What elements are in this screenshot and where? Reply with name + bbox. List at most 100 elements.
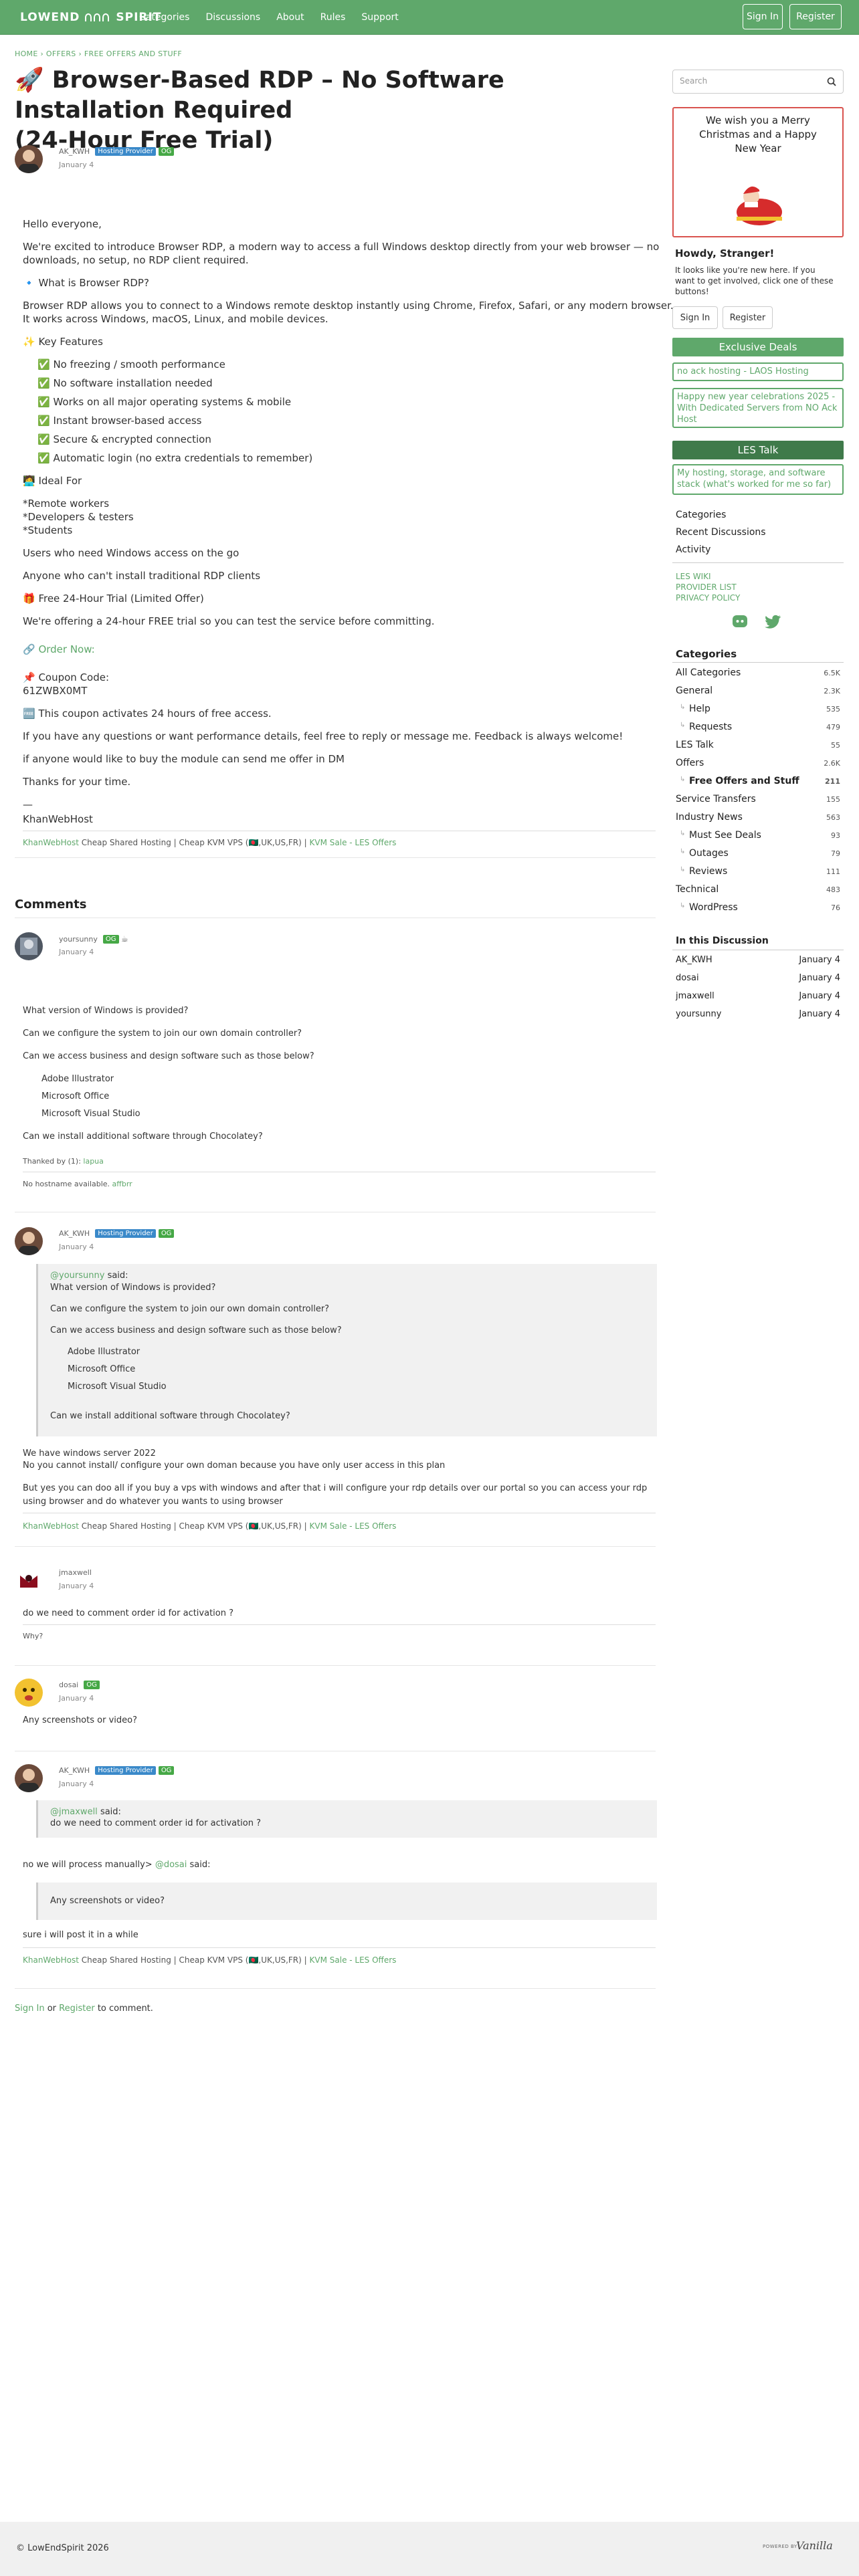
nav-support[interactable]: Support <box>361 12 398 23</box>
category-item[interactable]: ↳ Help 535 <box>676 704 840 717</box>
signature-link-khanwebhost[interactable]: KhanWebHost <box>23 838 79 847</box>
category-count: 155 <box>826 795 840 804</box>
author-link[interactable]: AK_KWH <box>59 1229 90 1238</box>
breadcrumb-offers[interactable]: OFFERS <box>46 49 76 58</box>
breadcrumb: HOME › OFFERS › FREE OFFERS AND STUFF <box>15 49 182 58</box>
privacy-policy-link[interactable]: PRIVACY POLICY <box>676 593 740 603</box>
avatar[interactable] <box>15 1566 43 1594</box>
promo-link[interactable]: Happy new year celebrations 2025 - With … <box>672 388 844 428</box>
comment-list-item: Microsoft Visual Studio <box>41 1109 140 1119</box>
author-link[interactable]: dosai <box>59 1681 78 1689</box>
breadcrumb-separator: › <box>78 49 82 58</box>
signature-link[interactable]: affbrr <box>112 1180 132 1188</box>
author-link[interactable]: AK_KWH <box>59 1766 90 1775</box>
header-signin-button[interactable]: Sign In <box>743 4 783 29</box>
sidebar-link-recent-discussions[interactable]: Recent Discussions <box>676 527 766 538</box>
sidebar-signin-button[interactable]: Sign In <box>672 306 718 329</box>
category-name: Requests <box>689 722 733 732</box>
signature-link-kvm-sale[interactable]: KVM Sale - LES Offers <box>310 1521 397 1531</box>
discord-icon[interactable] <box>732 613 748 629</box>
signin-link[interactable]: Sign In <box>15 2004 45 2014</box>
post-line: downloads, no setup, no RDP client requi… <box>23 254 249 266</box>
quoted-user-link[interactable]: @yoursunny <box>50 1271 104 1281</box>
participant-item[interactable]: dosai January 4 <box>676 973 840 983</box>
nav-discussions[interactable]: Discussions <box>205 12 260 23</box>
post-line: 📌 Coupon Code: <box>23 671 110 683</box>
category-item[interactable]: General 2.3K <box>676 685 840 699</box>
avatar[interactable] <box>15 1679 43 1707</box>
post-line: *Students <box>23 524 73 536</box>
category-item[interactable]: All Categories 6.5K <box>676 667 840 681</box>
signature-link-khanwebhost[interactable]: KhanWebHost <box>23 1521 79 1531</box>
comment-date[interactable]: January 4 <box>59 1582 94 1590</box>
twitter-icon[interactable] <box>765 613 782 629</box>
breadcrumb-separator: › <box>40 49 44 58</box>
comment-author: AK_KWH Hosting Provider OG <box>59 1766 175 1775</box>
category-item-active[interactable]: ↳ Free Offers and Stuff 211 <box>676 776 840 789</box>
breadcrumb-free-offers[interactable]: FREE OFFERS AND STUFF <box>84 49 182 58</box>
comment-date[interactable]: January 4 <box>59 1780 94 1788</box>
category-item[interactable]: ↳ Must See Deals 93 <box>676 830 840 843</box>
sidebar-link-categories[interactable]: Categories <box>676 510 726 520</box>
nav-rules[interactable]: Rules <box>320 12 346 23</box>
search-placeholder: Search <box>680 76 708 86</box>
category-item[interactable]: ↳ Reviews 111 <box>676 866 840 879</box>
category-item[interactable]: ↳ Requests 479 <box>676 722 840 735</box>
comment-date[interactable]: January 4 <box>59 1694 94 1703</box>
vanilla-logo[interactable]: Vanilla <box>796 2539 833 2552</box>
avatar[interactable] <box>15 1764 43 1792</box>
signature-text: Cheap Shared Hosting | Cheap KVM VPS (🇧🇩… <box>81 1955 307 1965</box>
post-line: 🆓 This coupon activates 24 hours of free… <box>23 708 272 720</box>
order-now-link[interactable]: 🔗 Order Now: <box>23 643 95 656</box>
avatar[interactable] <box>15 1227 43 1255</box>
quoted-user-link[interactable]: @jmaxwell <box>50 1807 98 1817</box>
category-name: Industry News <box>676 812 743 823</box>
category-item[interactable]: Service Transfers 155 <box>676 794 840 807</box>
category-item[interactable]: ↳ Outages 79 <box>676 848 840 861</box>
thanked-user-link[interactable]: lapua <box>83 1157 104 1166</box>
breadcrumb-home[interactable]: HOME <box>15 49 38 58</box>
provider-list-link[interactable]: PROVIDER LIST <box>676 582 737 592</box>
header-register-button[interactable]: Register <box>789 4 842 29</box>
nav-categories[interactable]: Categories <box>139 12 189 23</box>
feature-list-item: ✅ Instant browser-based access <box>37 415 202 427</box>
search-icon[interactable] <box>827 77 836 86</box>
les-wiki-link[interactable]: LES WIKI <box>676 572 711 581</box>
post-line: Users who need Windows access on the go <box>23 547 240 559</box>
author-link[interactable]: jmaxwell <box>59 1568 92 1577</box>
participant-item[interactable]: yoursunny January 4 <box>676 1009 840 1019</box>
main-nav: Categories Discussions About Rules Suppo… <box>139 0 415 35</box>
quote-line: Any screenshots or video? <box>50 1896 165 1906</box>
category-item[interactable]: Technical 483 <box>676 884 840 897</box>
search-input[interactable]: Search <box>672 70 844 94</box>
quoted-user-link[interactable]: @dosai <box>155 1860 187 1870</box>
copyright-text: © LowEndSpirit 2026 <box>16 2543 109 2553</box>
nav-about[interactable]: About <box>276 12 304 23</box>
sidebar-register-button[interactable]: Register <box>723 306 773 329</box>
signature-link-kvm-sale[interactable]: KVM Sale - LES Offers <box>310 838 397 847</box>
participant-item[interactable]: jmaxwell January 4 <box>676 991 840 1001</box>
promo-link[interactable]: My hosting, storage, and software stack … <box>672 464 844 495</box>
category-item[interactable]: Industry News 563 <box>676 812 840 825</box>
comment-list-item: Adobe Illustrator <box>41 1074 114 1084</box>
category-name: WordPress <box>689 902 738 913</box>
howdy-line: want to get involved, click one of these <box>675 276 834 286</box>
category-count: 55 <box>831 741 840 750</box>
subcategory-arrow-icon: ↳ <box>680 722 686 729</box>
category-item[interactable]: ↳ WordPress 76 <box>676 902 840 916</box>
signature-link-kvm-sale[interactable]: KVM Sale - LES Offers <box>310 1955 397 1965</box>
category-item[interactable]: Offers 2.6K <box>676 758 840 771</box>
signature-link-khanwebhost[interactable]: KhanWebHost <box>23 1955 79 1965</box>
category-item[interactable]: LES Talk 55 <box>676 740 840 753</box>
post-signature: KhanWebHost Cheap Shared Hosting | Cheap… <box>23 838 396 847</box>
participant-item[interactable]: AK_KWH January 4 <box>676 955 840 965</box>
comment-date[interactable]: January 4 <box>59 1243 94 1251</box>
promo-link[interactable]: no ack hosting - LAOS Hosting <box>672 362 844 381</box>
hosting-provider-badge: Hosting Provider <box>95 1229 156 1238</box>
avatar-image-icon <box>23 1688 35 1701</box>
feature-list-item: ✅ Automatic login (no extra credentials … <box>37 452 313 464</box>
categories-heading: Categories <box>676 648 737 660</box>
register-link[interactable]: Register <box>59 2004 95 2014</box>
quote-line: Can we install additional software throu… <box>50 1411 290 1421</box>
sidebar-link-activity[interactable]: Activity <box>676 544 710 555</box>
